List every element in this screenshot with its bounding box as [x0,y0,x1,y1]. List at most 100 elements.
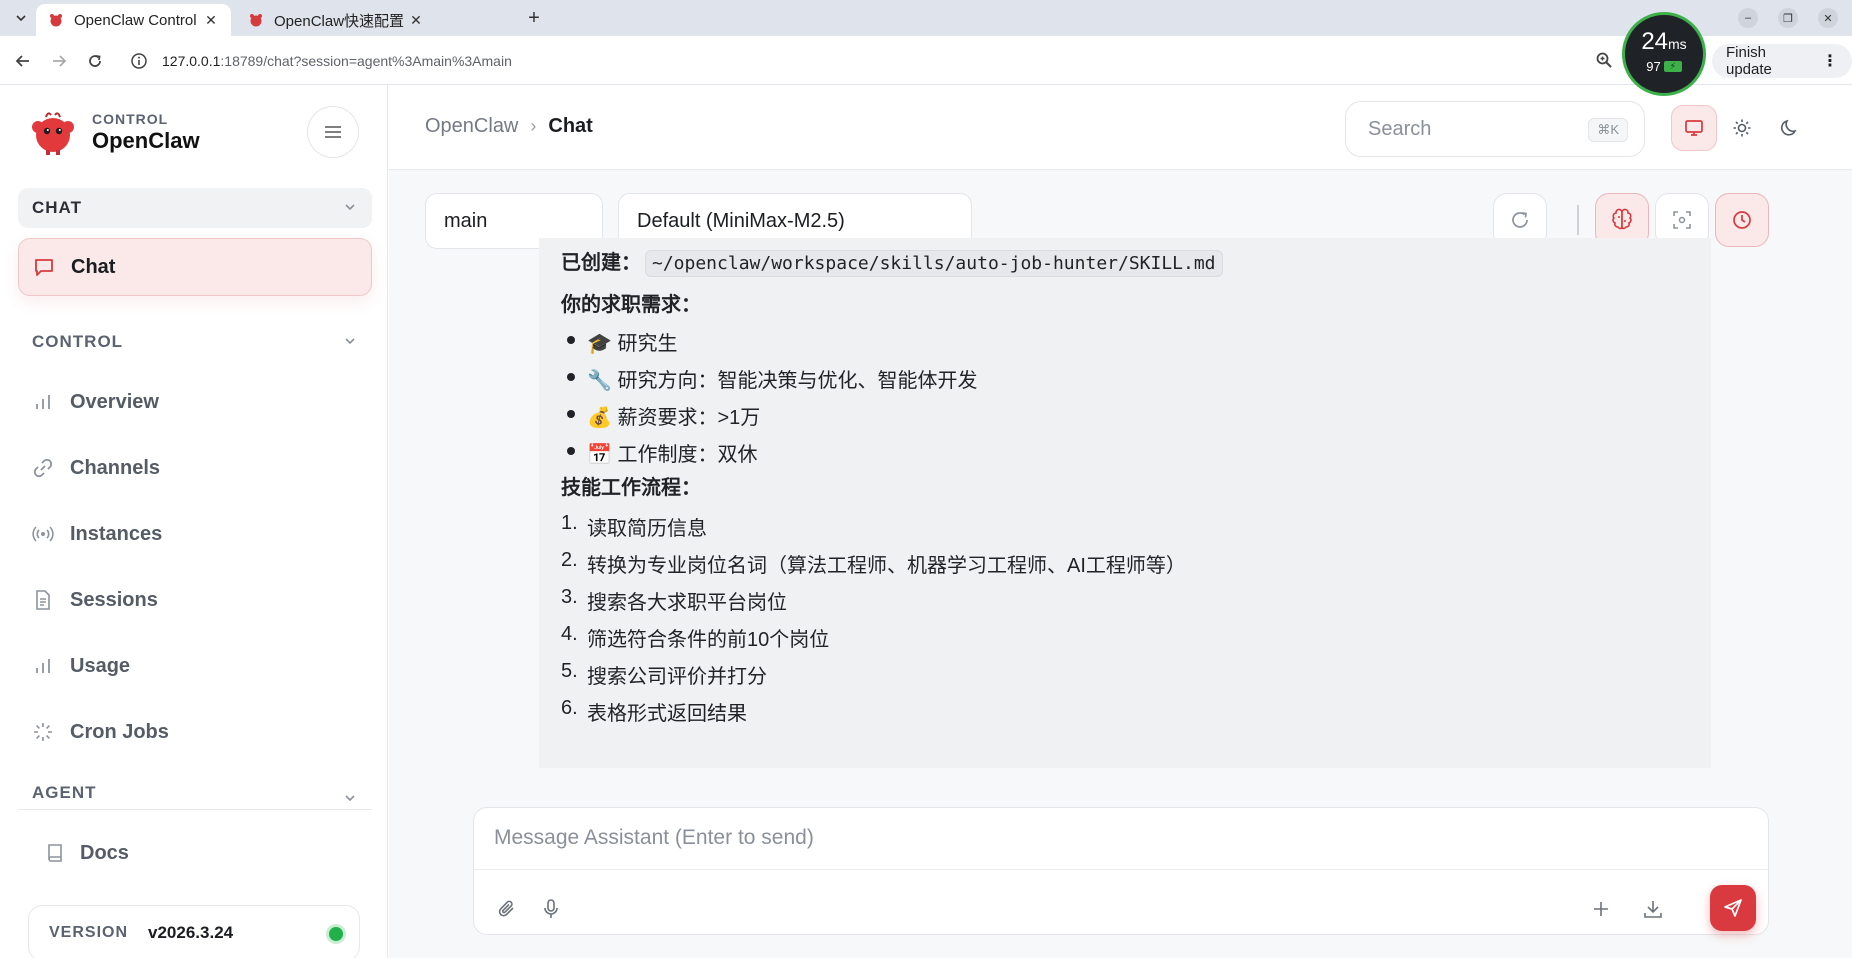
battery-value: 97 [1646,59,1661,74]
sidebar: CONTROL OpenClaw CHAT Chat CONTROL Overv… [0,85,388,958]
site-info-icon[interactable] [130,52,148,70]
plus-icon [1594,902,1608,916]
list-number: 4. [561,623,578,645]
list-item: 📅 工作制度：双休 [561,438,757,467]
attach-button[interactable] [492,894,522,924]
list-item: 1. 读取简历信息 [561,512,707,541]
created-label: 已创建： [561,252,641,274]
version-label: VERSION [49,924,129,941]
search-shortcut: ⌘K [1588,118,1628,142]
hamburger-icon [325,126,341,138]
need-text: 💰 薪资要求：>1万 [587,407,761,429]
sidebar-item-label: Chat [71,255,116,278]
forward-arrow-icon[interactable] [46,48,72,74]
brand-name: OpenClaw [92,127,200,153]
needs-heading: 你的求职需求： [561,294,701,316]
close-tab-icon[interactable]: ✕ [408,12,424,29]
list-item: 3. 搜索各大求职平台岗位 [561,586,787,615]
tab-title: OpenClaw Control [74,11,197,29]
list-number: 5. [561,660,578,682]
main-panel: OpenClaw › Chat Search ⌘K main Default (… [389,85,1852,958]
section-label: CONTROL [32,332,124,351]
sidebar-item-channels[interactable]: Channels [18,439,372,497]
sidebar-item-cron-jobs[interactable]: Cron Jobs [18,703,372,761]
chevron-down-icon [345,795,355,802]
reload-icon[interactable] [82,48,108,74]
focus-frame-icon [1673,211,1691,229]
brand-kicker: CONTROL [92,110,169,127]
address-bar[interactable]: 127.0.0.1:18789/chat?session=agent%3Amai… [124,42,1704,80]
theme-dark-button[interactable] [1767,105,1813,151]
download-icon [1644,901,1662,918]
url-path: :18789/chat?session=agent%3Amain%3Amain [220,53,512,69]
browser-tab-openclaw-control[interactable]: OpenClaw Control ✕ [36,4,231,36]
list-number: 1. [561,512,578,534]
new-tab-plus-icon[interactable]: + [521,6,547,30]
list-item: 🔧 研究方向：智能决策与优化、智能体开发 [561,364,977,393]
theme-system-button[interactable] [1671,105,1717,151]
sidebar-item-usage[interactable]: Usage [18,637,372,695]
model-select-value: Default (MiniMax-M2.5) [637,209,845,232]
sidebar-item-label: Docs [80,841,129,864]
workflow-step-text: 读取简历信息 [587,518,707,540]
minimize-window-icon[interactable]: – [1738,8,1758,28]
sidebar-item-sessions[interactable]: Sessions [18,571,372,629]
sidebar-item-overview[interactable]: Overview [18,373,372,431]
voice-input-button[interactable] [536,894,566,924]
breadcrumb: OpenClaw › Chat [425,115,593,138]
send-button[interactable] [1710,885,1756,931]
more-menu-icon[interactable]: ⋮ [1822,51,1838,71]
menu-toggle-button[interactable] [307,106,359,158]
workflow-step-text: 筛选符合条件的前10个岗位 [587,629,830,651]
sidebar-item-label: Cron Jobs [70,720,169,743]
created-path-code: ~/openclaw/workspace/skills/auto-job-hun… [645,250,1223,277]
section-label: AGENT [32,783,97,802]
composer-divider [474,869,1768,870]
document-icon [36,590,50,610]
search-input[interactable]: Search ⌘K [1345,101,1645,157]
chevron-down-icon [345,204,355,211]
sidebar-item-instances[interactable]: Instances [18,505,372,563]
workflow-step-text: 转换为专业岗位名词（算法工程师、机器学习工程师、AI工程师等） [587,555,1186,577]
tab-title: OpenClaw快速配置 [274,12,405,30]
session-select-value: main [444,209,488,232]
history-button[interactable] [1715,193,1769,247]
tab-list-chevron-icon[interactable] [10,8,32,28]
send-icon [1724,899,1742,917]
breadcrumb-root[interactable]: OpenClaw [425,115,518,138]
close-tab-icon[interactable]: ✕ [203,12,219,29]
workflow-step-text: 搜索各大求职平台岗位 [587,592,787,614]
latency-unit: ms [1668,36,1687,52]
workflow-step-text: 搜索公司评价并打分 [587,666,767,688]
monitor-icon [1685,120,1703,136]
brain-icon [1612,208,1632,230]
sidebar-item-docs[interactable]: Docs [28,829,368,877]
book-icon [48,844,62,862]
new-chat-button[interactable] [1586,894,1616,924]
theme-light-button[interactable] [1719,105,1765,151]
list-item: 5. 搜索公司评价并打分 [561,660,767,689]
section-header-agent[interactable]: AGENT [18,779,372,809]
message-input[interactable]: Message Assistant (Enter to send) [494,826,814,850]
created-line: 已创建： ~/openclaw/workspace/skills/auto-job… [561,246,1223,277]
bar-chart-icon [36,395,50,409]
zoom-icon[interactable] [1595,51,1613,69]
section-header-control[interactable]: CONTROL [18,322,372,362]
moon-icon [1781,119,1797,136]
section-header-chat[interactable]: CHAT [18,188,372,228]
close-window-icon[interactable]: ✕ [1818,8,1838,28]
list-item: 2. 转换为专业岗位名词（算法工程师、机器学习工程师、AI工程师等） [561,549,1186,578]
openclaw-logo-icon [32,112,74,155]
loader-icon [34,723,52,741]
sidebar-item-chat[interactable]: Chat [18,238,372,296]
back-arrow-icon[interactable] [10,48,36,74]
sidebar-item-label: Usage [70,654,131,677]
restore-window-icon[interactable]: ❐ [1778,8,1798,28]
chat-bubble-icon [35,259,53,276]
browser-tab-openclaw-quick-setup[interactable]: OpenClaw快速配置 ✕ [236,4,436,36]
breadcrumb-separator: › [530,116,537,136]
export-button[interactable] [1638,894,1668,924]
sidebar-item-label: Overview [70,390,159,413]
list-item: 🎓 研究生 [561,327,677,356]
finish-update-button[interactable]: Finish update ⋮ [1712,44,1852,78]
